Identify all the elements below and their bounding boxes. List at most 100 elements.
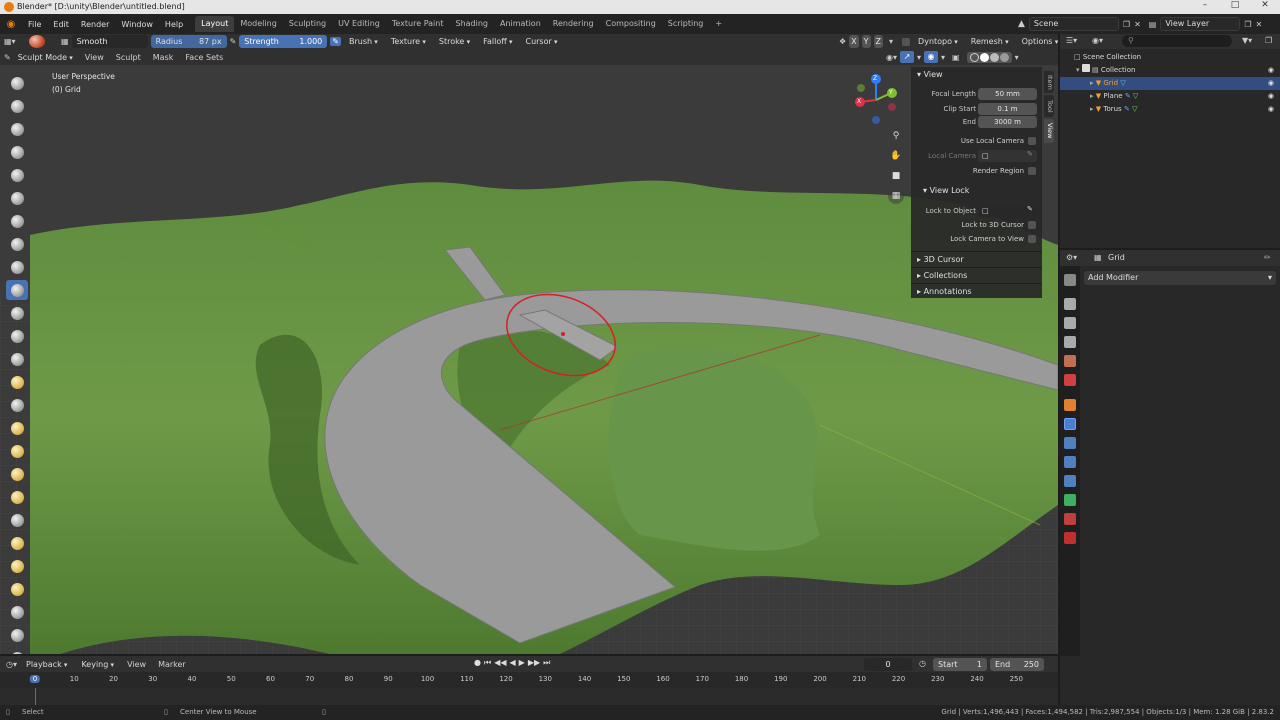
next-keyframe-icon[interactable]: ▶▶: [528, 658, 540, 668]
material-properties-icon[interactable]: [1064, 513, 1076, 525]
collection-checkbox[interactable]: [1081, 64, 1090, 72]
radius-slider[interactable]: Radius 87 px: [150, 35, 227, 48]
tool-layer[interactable]: [6, 188, 28, 208]
clip-start-field[interactable]: 0.1 m: [978, 103, 1037, 115]
tool-pose[interactable]: [6, 510, 28, 530]
tab-compositing[interactable]: Compositing: [600, 16, 662, 32]
view-section-header[interactable]: ▾ View: [911, 67, 1042, 82]
render-region-checkbox[interactable]: [1028, 167, 1036, 175]
viewport-menu-view[interactable]: View: [80, 53, 109, 62]
minimize-icon[interactable]: –: [1190, 0, 1220, 14]
close-icon[interactable]: ✕: [1250, 0, 1280, 14]
tab-view[interactable]: View: [1044, 119, 1054, 143]
tool-crease[interactable]: [6, 257, 28, 277]
playback-menu[interactable]: Playback: [21, 658, 72, 671]
marker-menu[interactable]: Marker: [154, 660, 190, 669]
menu-help[interactable]: Help: [159, 20, 189, 29]
tool-clay[interactable]: [6, 119, 28, 139]
strength-slider[interactable]: Strength 1.000: [239, 35, 328, 48]
display-mode-icon[interactable]: ◉▾: [1092, 36, 1103, 45]
tab-scripting[interactable]: Scripting: [662, 16, 710, 32]
tool-properties-icon[interactable]: [1064, 274, 1076, 286]
tool-multiplane-scrape[interactable]: [6, 372, 28, 392]
stroke-menu[interactable]: Stroke: [434, 35, 475, 48]
lock-to-3d-cursor-checkbox[interactable]: [1028, 221, 1036, 229]
tool-blob[interactable]: [6, 234, 28, 254]
tab-rendering[interactable]: Rendering: [547, 16, 600, 32]
expand-plane-icon[interactable]: ▸: [1090, 92, 1094, 100]
tool-flatten[interactable]: [6, 303, 28, 323]
output-properties-icon[interactable]: [1064, 317, 1076, 329]
prev-keyframe-icon[interactable]: ◀◀: [494, 658, 506, 668]
outliner-scene-collection[interactable]: □ Scene Collection: [1060, 51, 1280, 64]
material-shading-icon[interactable]: [989, 52, 999, 62]
tool-nudge[interactable]: [6, 533, 28, 553]
tool-clay-thumb[interactable]: [6, 165, 28, 185]
gizmo-toggle-icon[interactable]: ↗: [900, 51, 914, 63]
blender-menu-icon[interactable]: ◉: [0, 19, 22, 30]
current-frame-field[interactable]: 0: [864, 658, 912, 671]
zoom-icon[interactable]: ⚲: [888, 128, 904, 144]
view-layer-field[interactable]: View Layer: [1160, 17, 1241, 31]
play-reverse-icon[interactable]: ◀: [510, 658, 516, 668]
rendered-shading-icon[interactable]: [999, 52, 1009, 62]
new-scene-icon[interactable]: ❐: [1123, 20, 1130, 29]
options-menu[interactable]: Options: [1017, 35, 1064, 48]
add-workspace-button[interactable]: +: [709, 16, 728, 32]
frame-ruler[interactable]: 0 10 20 30 40 50 60 70 80 90 100 110 120 130 140 150 160…: [0, 674, 1058, 688]
collections-section-header[interactable]: ▸ Collections: [911, 267, 1042, 282]
start-frame-field[interactable]: Start 1: [933, 658, 987, 671]
brush-preview-icon[interactable]: [29, 35, 45, 48]
expand-collection-icon[interactable]: ▾: [1076, 66, 1080, 74]
view-layer-properties-icon[interactable]: [1064, 336, 1076, 348]
new-view-layer-icon[interactable]: ❐: [1244, 20, 1251, 29]
texture-properties-icon[interactable]: [1064, 532, 1076, 544]
timeline-view-menu[interactable]: View: [123, 660, 150, 669]
xray-toggle-icon[interactable]: ▣: [952, 53, 960, 62]
viewport-menu-face-sets[interactable]: Face Sets: [180, 53, 228, 62]
lock-to-object-eyedropper-icon[interactable]: ✎: [1027, 205, 1033, 213]
modifier-properties-icon[interactable]: [1064, 418, 1076, 430]
navigation-gizmo[interactable]: Z X Y: [851, 72, 901, 126]
world-properties-icon[interactable]: [1064, 374, 1076, 386]
menu-edit[interactable]: Edit: [47, 20, 75, 29]
tool-simplify[interactable]: [6, 625, 28, 645]
radius-pressure-icon[interactable]: ✎: [230, 37, 237, 46]
dyntopo-menu[interactable]: Dyntopo: [913, 35, 963, 48]
axis-z-toggle[interactable]: Z: [873, 35, 884, 48]
gizmo-options-icon[interactable]: ▾: [917, 53, 921, 62]
clock-icon[interactable]: ◷: [919, 659, 926, 668]
tab-animation[interactable]: Animation: [494, 16, 547, 32]
dyntopo-checkbox[interactable]: [902, 37, 911, 46]
viewport-menu-mask[interactable]: Mask: [148, 53, 179, 62]
clip-end-field[interactable]: 3000 m: [978, 116, 1037, 128]
object-properties-icon[interactable]: [1064, 399, 1076, 411]
tab-item[interactable]: Item: [1044, 71, 1054, 93]
properties-editor-type-icon[interactable]: ⚙▾: [1066, 253, 1077, 262]
timeline-track-area[interactable]: [0, 688, 1058, 705]
use-local-camera-checkbox[interactable]: [1028, 137, 1036, 145]
tool-pinch[interactable]: [6, 395, 28, 415]
collection-visibility-icon[interactable]: ◉: [1268, 64, 1274, 77]
constraints-properties-icon[interactable]: [1064, 475, 1076, 487]
outliner-search-input[interactable]: ⚲: [1122, 35, 1232, 47]
annotations-section-header[interactable]: ▸ Annotations: [911, 283, 1042, 298]
physics-properties-icon[interactable]: [1064, 456, 1076, 468]
camera-view-icon[interactable]: ■: [888, 168, 904, 184]
view-lock-section-header[interactable]: ▾ View Lock: [911, 183, 1042, 198]
tool-slide-relax[interactable]: [6, 579, 28, 599]
mode-selector[interactable]: Sculpt Mode: [13, 51, 78, 64]
outliner-item-plane[interactable]: ▸ ▼ Plane ✎ ▽ ◉: [1060, 90, 1280, 103]
pin-icon[interactable]: ✏: [1264, 253, 1271, 262]
outliner-item-torus[interactable]: ▸ ▼ Torus ✎ ▽ ◉: [1060, 103, 1280, 116]
tab-texture-paint[interactable]: Texture Paint: [386, 16, 450, 32]
lock-camera-to-view-checkbox[interactable]: [1028, 235, 1036, 243]
add-modifier-dropdown[interactable]: Add Modifier ▾: [1084, 271, 1276, 285]
tool-cloth[interactable]: [6, 602, 28, 622]
perspective-toggle-icon[interactable]: ▦: [888, 188, 904, 204]
wireframe-shading-icon[interactable]: [969, 52, 979, 62]
editor-type-icon[interactable]: ▦▾: [4, 37, 26, 46]
falloff-menu[interactable]: Falloff: [478, 35, 517, 48]
tool-snake-hook[interactable]: [6, 464, 28, 484]
new-collection-icon[interactable]: ❐: [1265, 36, 1272, 45]
